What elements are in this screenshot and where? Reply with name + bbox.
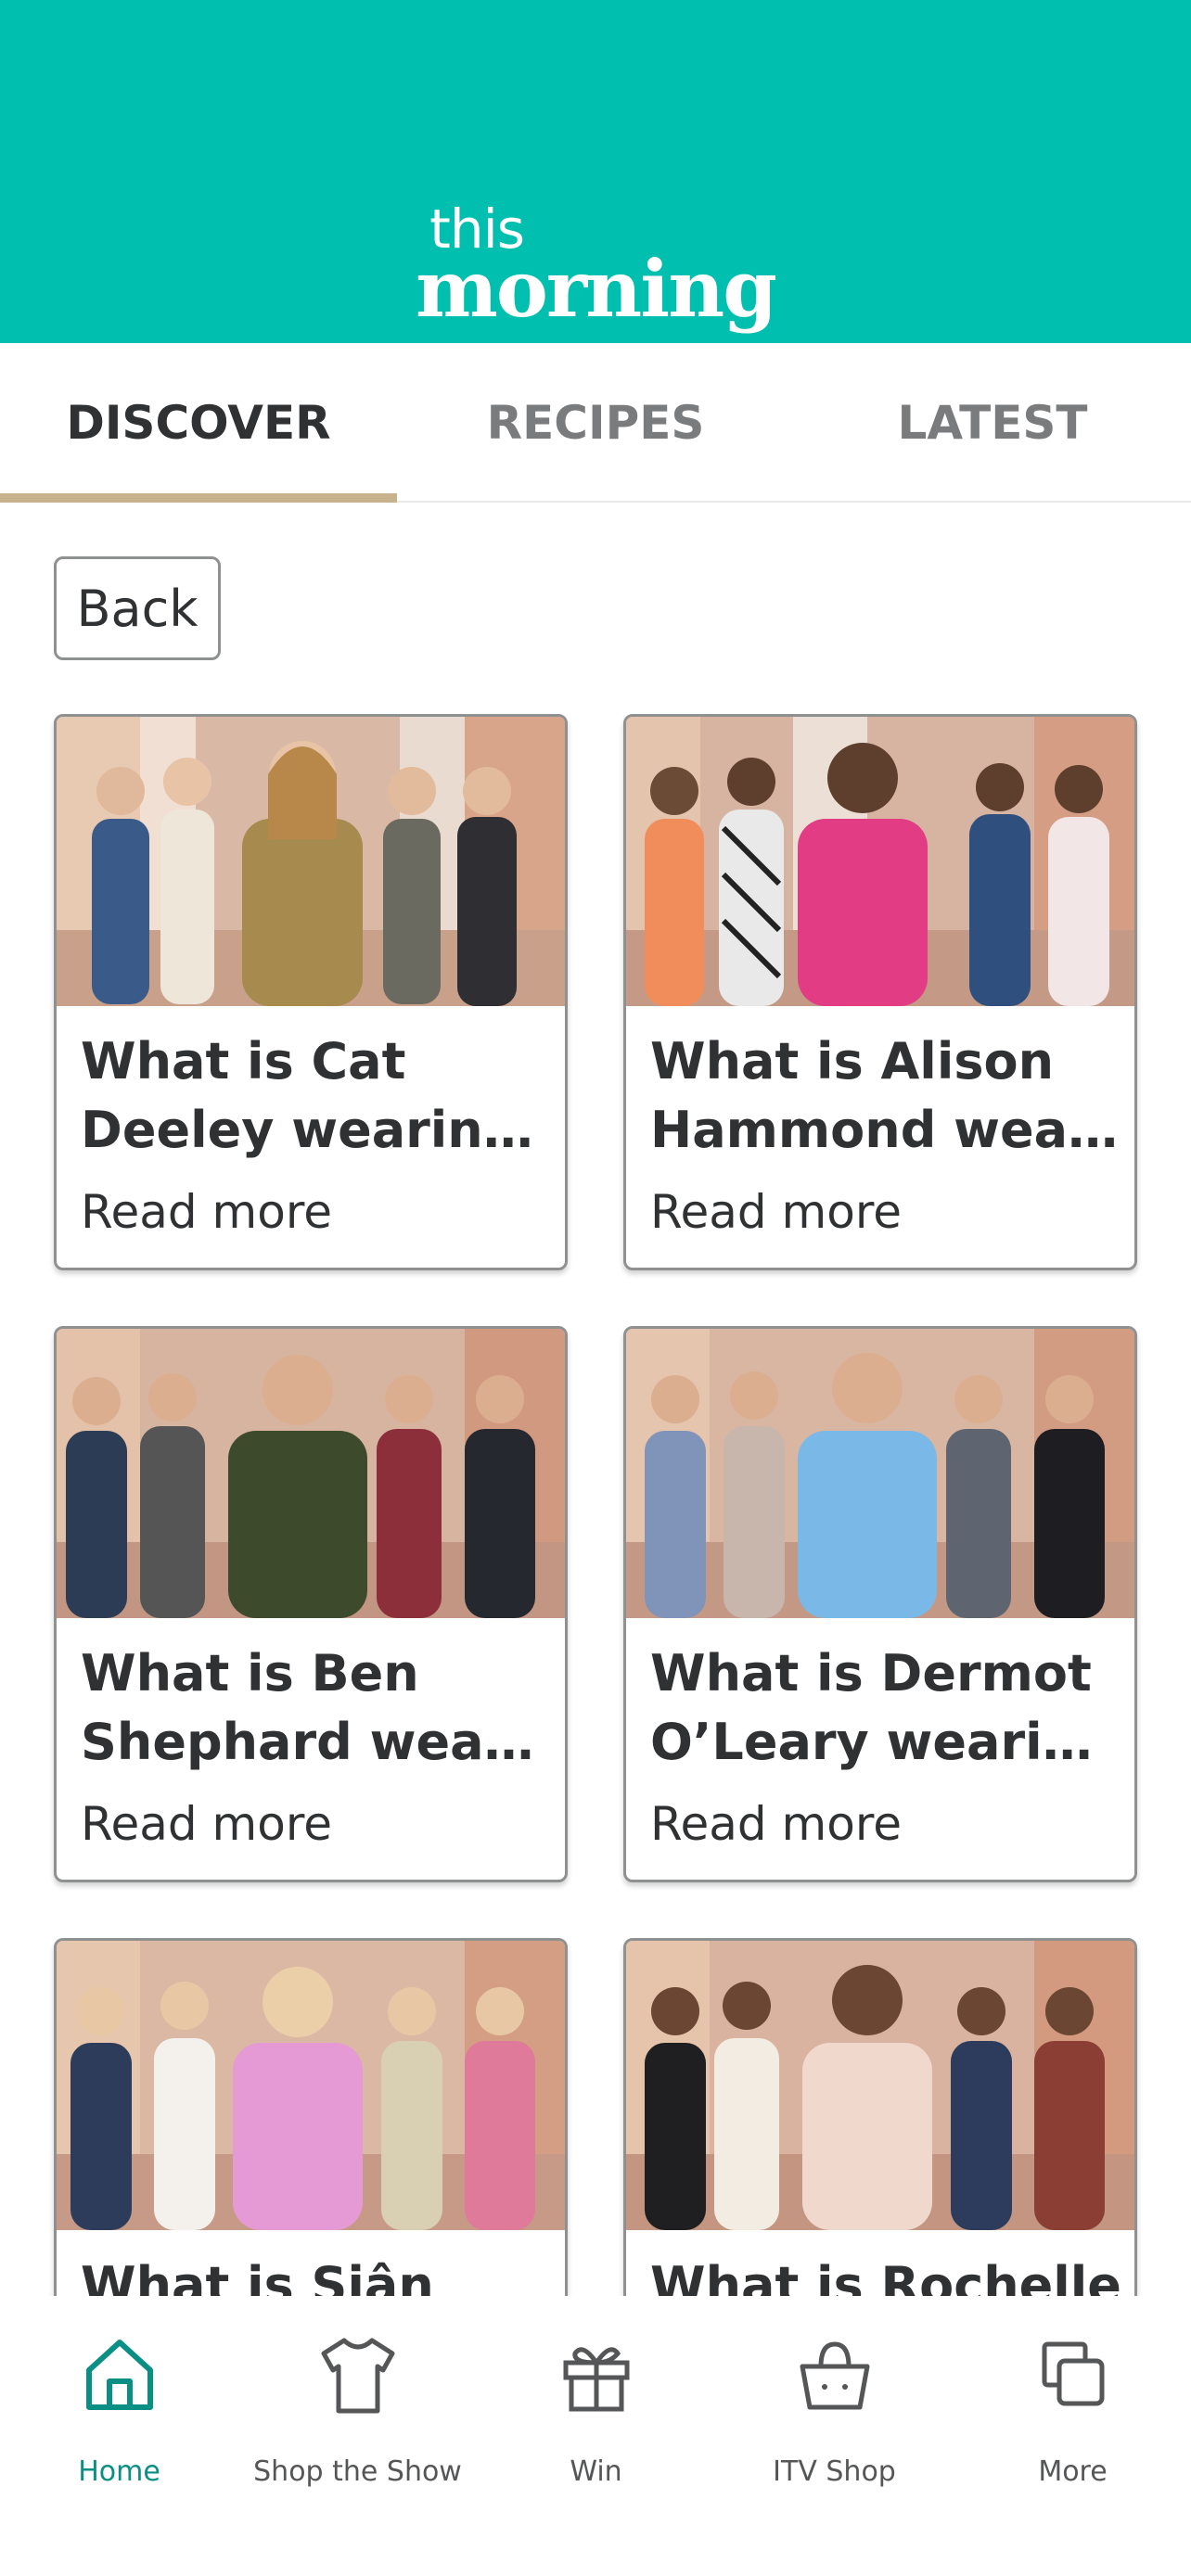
card-title: What is Dermot O’Leary wearing... [650,1644,1123,1771]
tab-bar: DISCOVER RECIPES LATEST [0,343,1191,503]
this-morning-logo: this morning [0,198,1191,335]
ben-shephard-group-photo [57,1329,565,1618]
back-button[interactable]: Back [54,556,221,660]
nav-label: Shop the Show [253,2455,462,2488]
cat-deeley-group-photo [57,717,565,1006]
nav-label: ITV Shop [773,2455,896,2488]
read-more-link[interactable]: Read more [650,1185,902,1239]
nav-label: More [1038,2455,1108,2488]
article-card-alison-hammond[interactable]: What is Alison Hammond weari... Read mor… [623,714,1137,1270]
article-card-ben-shephard[interactable]: What is Ben Shephard weari... Read more [54,1326,568,1882]
copy-squares-icon [1042,2341,1104,2406]
card-title: What is Rochelle [650,2256,1121,2296]
read-more-link[interactable]: Read more [81,1185,332,1239]
article-card-cat-deeley[interactable]: What is Cat Deeley wearing t... Read mor… [54,714,568,1270]
logo-morning-text: morning [416,243,777,335]
card-title: What is Alison Hammond weari... [650,1032,1123,1159]
sian-group-photo [57,1941,565,2230]
article-card-dermot-oleary[interactable]: What is Dermot O’Leary wearing... Read m… [623,1326,1137,1882]
article-grid: What is Cat Deeley wearing t... Read mor… [0,714,1191,2296]
nav-itv-shop[interactable]: ITV Shop [715,2333,954,2519]
app-header: this morning [0,0,1191,343]
basket-icon [800,2341,869,2410]
shirt-icon [321,2338,394,2414]
nav-more[interactable]: More [954,2333,1191,2519]
read-more-link[interactable]: Read more [650,1797,902,1851]
tab-recipes[interactable]: RECIPES [397,343,794,503]
nav-label: Home [78,2455,160,2488]
bottom-nav: Home Shop the Show Win ITV Shop More [0,2296,1191,2576]
card-title: What is Ben Shephard weari... [81,1644,554,1771]
active-tab-indicator [0,493,397,503]
article-card-sian[interactable]: What is Siân [54,1938,568,2296]
article-card-rochelle[interactable]: What is Rochelle [623,1938,1137,2296]
dermot-oleary-group-photo [626,1329,1134,1618]
nav-shop-the-show[interactable]: Shop the Show [238,2333,477,2519]
home-icon [85,2340,153,2410]
nav-win[interactable]: Win [477,2333,715,2519]
nav-home[interactable]: Home [0,2333,238,2519]
alison-hammond-group-photo [626,717,1134,1006]
gift-icon [563,2347,629,2412]
read-more-link[interactable]: Read more [81,1797,332,1851]
rochelle-group-photo [626,1941,1134,2230]
tab-latest[interactable]: LATEST [794,343,1191,503]
nav-label: Win [570,2455,622,2488]
card-title: What is Siân [81,2256,434,2296]
card-title: What is Cat Deeley wearing t... [81,1032,554,1159]
tab-discover[interactable]: DISCOVER [0,343,397,503]
logo-this-text: this [429,198,525,261]
